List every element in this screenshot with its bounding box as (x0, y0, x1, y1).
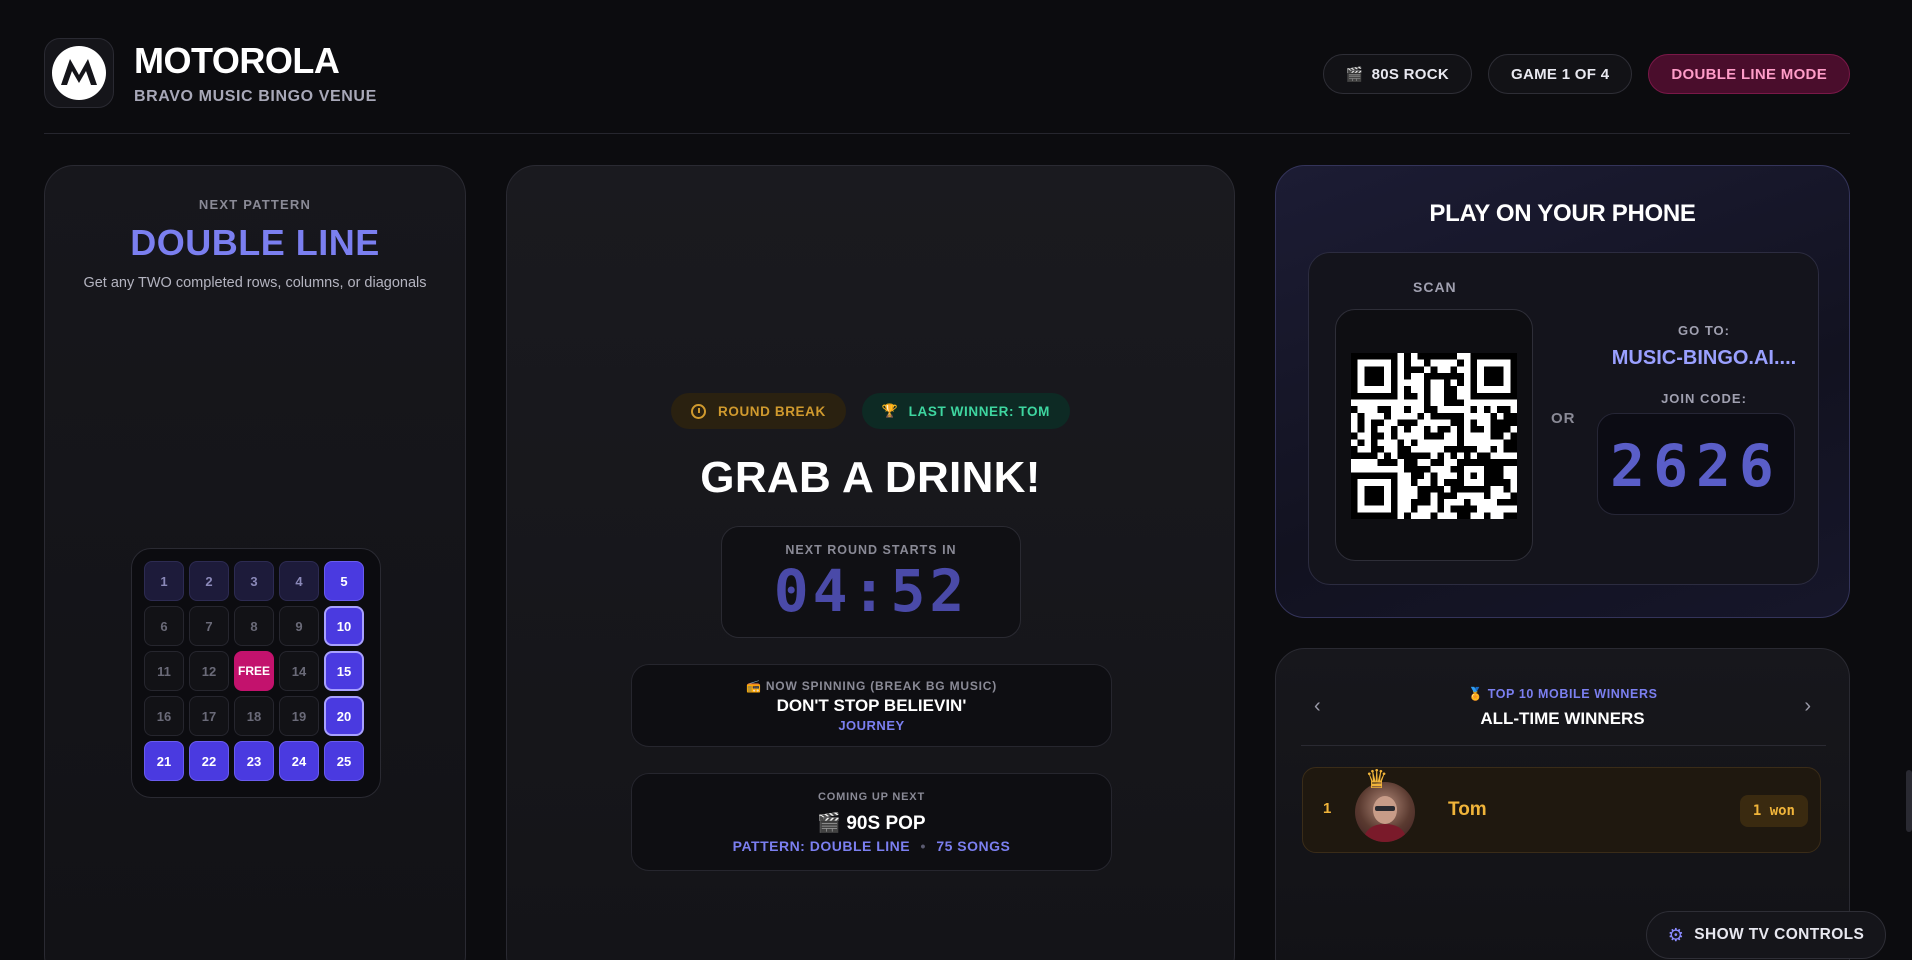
coming-up-card: COMING UP NEXT 🎬 90S POP PATTERN: DOUBLE… (631, 773, 1112, 871)
status-badges: ROUND BREAK 🏆 LAST WINNER: TOM (507, 393, 1234, 429)
bingo-cell: 6 (144, 606, 184, 646)
crown-icon: ♛ (1365, 764, 1389, 794)
bingo-cell: 7 (189, 606, 229, 646)
coming-up-details: PATTERN: DOUBLE LINE • 75 SONGS (632, 838, 1111, 854)
now-spinning-artist: JOURNEY (838, 718, 905, 733)
show-tv-controls-button[interactable]: ⚙ SHOW TV CONTROLS (1646, 911, 1886, 959)
bingo-cell: 25 (324, 741, 364, 781)
bingo-cell: 9 (279, 606, 319, 646)
qr-code[interactable] (1351, 353, 1517, 519)
clapperboard-icon: 🎬 (817, 813, 842, 834)
brand-subtitle: BRAVO MUSIC BINGO VENUE (134, 88, 377, 105)
coming-up-playlist-row: 🎬 90S POP (632, 811, 1111, 835)
game-count-pill: GAME 1 OF 4 (1488, 54, 1633, 94)
now-spinning-card: 📻 NOW SPINNING (BREAK BG MUSIC) DON'T ST… (631, 664, 1112, 747)
next-pattern-label: NEXT PATTERN (198, 197, 312, 212)
scrollbar[interactable] (1906, 770, 1912, 832)
countdown-timer: NEXT ROUND STARTS IN 04:52 (721, 526, 1021, 638)
timer-value: 04:52 (773, 557, 969, 625)
join-panel: PLAY ON YOUR PHONE SCAN OR GO TO: MUSIC-… (1275, 165, 1850, 618)
winner-row: 1 ♛ Tom 1 won (1302, 764, 1821, 853)
bingo-cell: 12 (189, 651, 229, 691)
bingo-cell: 21 (144, 741, 184, 781)
medal-icon: 🏅 (1467, 687, 1484, 701)
playlist-pill: 🎬 80S ROCK (1322, 54, 1473, 94)
winners-label: TOP 10 MOBILE WINNERS (1487, 687, 1658, 701)
gear-icon: ⚙ (1667, 924, 1685, 945)
motorola-m-icon (52, 46, 106, 100)
pattern-description: Get any TWO completed rows, columns, or … (83, 275, 427, 291)
details-separator: • (920, 838, 926, 854)
header: MOTOROLA BRAVO MUSIC BINGO VENUE 🎬 80S R… (44, 38, 1850, 134)
winners-label-row: 🏅 TOP 10 MOBILE WINNERS (1276, 687, 1849, 702)
winners-divider (1301, 745, 1826, 746)
game-count-label: GAME 1 OF 4 (1511, 65, 1610, 83)
join-card: SCAN OR GO TO: MUSIC-BINGO.AI.... JOIN C… (1308, 252, 1819, 585)
brand-title: MOTOROLA (134, 40, 340, 81)
motorola-logo (44, 38, 114, 108)
clock-icon (691, 403, 706, 419)
next-pattern-panel: NEXT PATTERN DOUBLE LINE Get any TWO com… (44, 165, 466, 960)
qr-code-frame (1335, 309, 1533, 561)
join-code: 2626 (1610, 432, 1782, 500)
header-pills: 🎬 80S ROCK GAME 1 OF 4 DOUBLE LINE MODE (1322, 54, 1850, 94)
join-code-box: 2626 (1597, 413, 1795, 515)
bingo-cell: 15 (324, 651, 364, 691)
coming-up-playlist: 90S POP (846, 813, 926, 834)
bingo-cell: 5 (324, 561, 364, 601)
bingo-grid: 1 2 3 4 5 6 7 8 9 10 11 12 FREE 14 15 16 17 18 19 20 21 22 23 2… (144, 561, 368, 781)
winners-title: ALL-TIME WINNERS (1480, 709, 1645, 728)
bingo-cell: 10 (324, 606, 364, 646)
bingo-cell: 18 (234, 696, 274, 736)
join-code-label: JOIN CODE: (1661, 391, 1747, 406)
bingo-cell: 23 (234, 741, 274, 781)
bingo-cell: 19 (279, 696, 319, 736)
bingo-cell: 4 (279, 561, 319, 601)
trophy-icon: 🏆 (881, 403, 899, 418)
now-spinning-label: NOW SPINNING (BREAK BG MUSIC) (765, 679, 998, 693)
winner-count: 1 won (1739, 795, 1808, 827)
last-winner-badge: 🏆 LAST WINNER: TOM (861, 393, 1070, 429)
bingo-cell: 1 (144, 561, 184, 601)
now-spinning-song: DON'T STOP BELIEVIN' (776, 696, 967, 715)
coming-up-label: COMING UP NEXT (818, 791, 925, 803)
winner-rank: 1 (1323, 800, 1332, 817)
coming-up-songs: 75 SONGS (936, 838, 1011, 854)
pattern-bingo-card: 1 2 3 4 5 6 7 8 9 10 11 12 FREE 14 15 16 17 18 19 20 21 22 23 2… (131, 548, 381, 798)
round-break-panel: ROUND BREAK 🏆 LAST WINNER: TOM GRAB A DR… (506, 165, 1235, 960)
bingo-cell: 11 (144, 651, 184, 691)
bingo-cell: 16 (144, 696, 184, 736)
clapperboard-icon: 🎬 (1345, 65, 1364, 82)
tv-controls-label: SHOW TV CONTROLS (1694, 926, 1865, 943)
bingo-cell: 22 (189, 741, 229, 781)
bingo-cell: 14 (279, 651, 319, 691)
mode-pill-label: DOUBLE LINE MODE (1671, 65, 1827, 83)
timer-label: NEXT ROUND STARTS IN (785, 543, 957, 557)
goto-label: GO TO: (1678, 323, 1730, 338)
bingo-cell: 3 (234, 561, 274, 601)
winner-name: Tom (1448, 799, 1487, 820)
or-label: OR (1551, 410, 1576, 427)
round-break-label: ROUND BREAK (718, 403, 826, 419)
bingo-cell: 17 (189, 696, 229, 736)
join-url[interactable]: MUSIC-BINGO.AI.... (1599, 347, 1809, 370)
header-divider (44, 133, 1850, 134)
radio-icon: 📻 (745, 679, 762, 693)
scan-label: SCAN (1413, 279, 1457, 295)
join-title: PLAY ON YOUR PHONE (1429, 200, 1696, 227)
bingo-cell: 20 (324, 696, 364, 736)
pattern-title: DOUBLE LINE (130, 222, 380, 263)
break-title: GRAB A DRINK! (700, 453, 1041, 502)
bingo-cell: 2 (189, 561, 229, 601)
mode-pill: DOUBLE LINE MODE (1648, 54, 1850, 94)
free-cell: FREE (234, 651, 274, 691)
now-spinning-label-row: 📻 NOW SPINNING (BREAK BG MUSIC) (632, 679, 1111, 693)
round-break-badge: ROUND BREAK (671, 393, 846, 429)
coming-up-pattern: PATTERN: DOUBLE LINE (732, 838, 911, 854)
bingo-cell: 8 (234, 606, 274, 646)
bingo-cell: 24 (279, 741, 319, 781)
playlist-pill-label: 80S ROCK (1371, 65, 1450, 83)
last-winner-label: LAST WINNER: TOM (908, 403, 1050, 419)
